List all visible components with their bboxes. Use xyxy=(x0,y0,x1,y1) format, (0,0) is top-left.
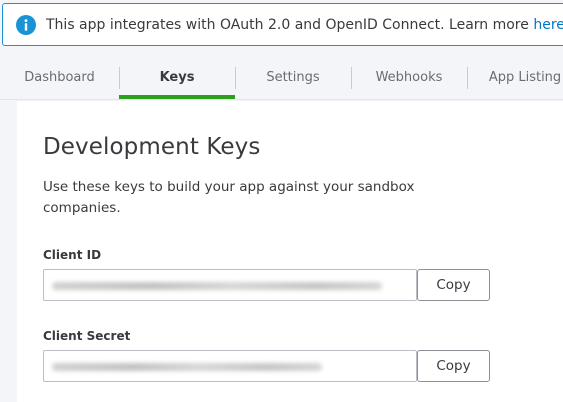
keys-description: Use these keys to build your app against… xyxy=(43,179,415,216)
learn-more-link[interactable]: here xyxy=(533,17,563,33)
client-secret-label: Client Secret xyxy=(43,329,131,343)
tab-bar-border xyxy=(0,99,563,100)
redacted-value xyxy=(52,363,322,371)
keys-panel: Development Keys Use these keys to build… xyxy=(17,101,563,402)
tab-keys[interactable]: Keys xyxy=(119,56,235,98)
tab-label: App Listing xyxy=(488,69,562,85)
copy-client-id-button[interactable]: Copy xyxy=(417,269,490,301)
client-secret-field[interactable] xyxy=(43,350,417,382)
tab-webhooks[interactable]: Webhooks xyxy=(351,56,467,98)
copy-client-secret-button[interactable]: Copy xyxy=(417,350,490,382)
tab-settings[interactable]: Settings xyxy=(235,56,351,98)
tab-label: Dashboard xyxy=(24,69,95,85)
app-page: This app integrates with OAuth 2.0 and O… xyxy=(0,0,563,402)
client-id-field[interactable] xyxy=(43,269,417,301)
banner-text: This app integrates with OAuth 2.0 and O… xyxy=(46,16,534,33)
tab-bar: Dashboard Keys Settings Webhooks App Lis… xyxy=(0,56,563,100)
tab-app-listing[interactable]: App Listing xyxy=(467,56,563,98)
tab-label: Keys xyxy=(159,69,195,85)
tab-label: Settings xyxy=(266,69,320,85)
banner-message: This app integrates with OAuth 2.0 and O… xyxy=(46,17,563,33)
client-id-label: Client ID xyxy=(43,248,102,262)
page-title: Development Keys xyxy=(43,134,261,160)
info-banner: This app integrates with OAuth 2.0 and O… xyxy=(2,3,563,46)
redacted-value xyxy=(52,282,382,290)
info-icon xyxy=(16,14,36,35)
tab-dashboard[interactable]: Dashboard xyxy=(0,56,119,98)
tab-label: Webhooks xyxy=(375,69,443,85)
